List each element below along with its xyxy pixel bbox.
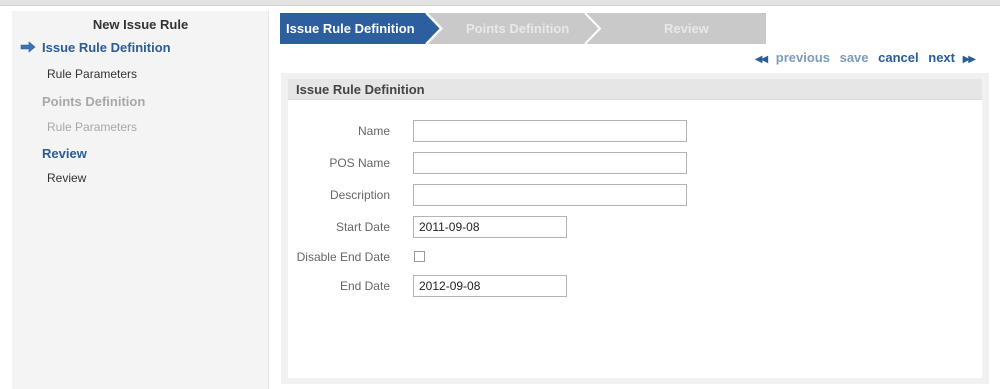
top-rule bbox=[0, 0, 1000, 6]
cancel-link[interactable]: cancel bbox=[878, 50, 918, 65]
arrow-right-icon bbox=[20, 41, 36, 53]
panel-title: Issue Rule Definition bbox=[288, 79, 982, 100]
sidebar-substep-review[interactable]: Review bbox=[47, 171, 86, 185]
content-panel: Issue Rule Definition Name POS Name Desc… bbox=[281, 73, 989, 384]
name-field[interactable] bbox=[413, 120, 687, 142]
name-label: Name bbox=[357, 124, 390, 138]
content-panel-body: Issue Rule Definition Name POS Name Desc… bbox=[288, 79, 982, 378]
tab-points-definition[interactable]: Points Definition bbox=[466, 13, 569, 44]
end-date-label: End Date bbox=[339, 279, 390, 293]
disable-end-date-checkbox[interactable] bbox=[414, 251, 425, 262]
tab-issue-rule-definition[interactable]: Issue Rule Definition bbox=[286, 13, 415, 44]
sidebar-step-review[interactable]: Review bbox=[42, 146, 87, 161]
end-date-field[interactable] bbox=[413, 275, 567, 297]
pos-name-field[interactable] bbox=[413, 152, 687, 174]
description-field[interactable] bbox=[413, 184, 687, 206]
wizard-steps: Issue Rule Definition Points Definition … bbox=[280, 13, 766, 44]
start-date-label: Start Date bbox=[335, 220, 390, 234]
start-date-field[interactable] bbox=[413, 216, 567, 238]
disable-end-date-label: Disable End Date bbox=[296, 250, 390, 264]
sidebar-step-points-definition: Points Definition bbox=[42, 94, 146, 109]
sidebar-title: New Issue Rule bbox=[92, 17, 189, 32]
wizard-nav: ◀◀ previous save cancel next ▶▶ bbox=[755, 50, 976, 65]
pos-name-label: POS Name bbox=[329, 156, 390, 170]
double-right-arrow-icon[interactable]: ▶▶ bbox=[963, 54, 976, 65]
sidebar-step-issue-rule-definition[interactable]: Issue Rule Definition bbox=[42, 40, 171, 55]
description-label: Description bbox=[329, 188, 390, 202]
next-link[interactable]: next bbox=[928, 50, 955, 65]
double-left-arrow-icon[interactable]: ◀◀ bbox=[755, 54, 768, 65]
tab-review[interactable]: Review bbox=[664, 13, 709, 44]
sidebar-substep-rule-parameters-2: Rule Parameters bbox=[47, 120, 138, 134]
sidebar-substep-rule-parameters[interactable]: Rule Parameters bbox=[47, 67, 137, 81]
save-link[interactable]: save bbox=[840, 50, 869, 65]
wizard-sidebar: New Issue Rule Issue Rule Definition Rul… bbox=[12, 11, 269, 389]
previous-link[interactable]: previous bbox=[776, 50, 830, 65]
